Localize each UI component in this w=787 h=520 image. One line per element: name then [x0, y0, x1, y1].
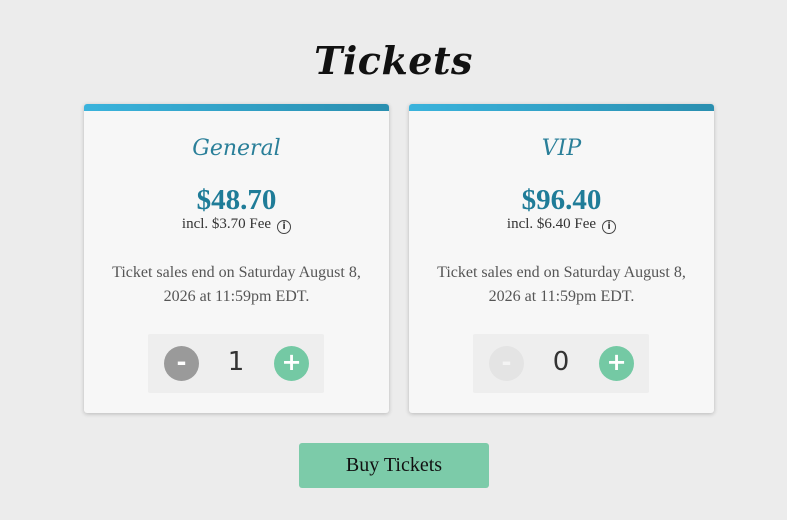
ticket-card-general: General $48.70 incl. $3.70 Fee i Ticket s…: [84, 104, 389, 413]
quantity-stepper: - 0 +: [473, 334, 649, 393]
ticket-sale-end: Ticket sales end on Saturday August 8, 2…: [112, 264, 361, 305]
card-accent-bar: [84, 104, 389, 111]
ticket-fee: incl. $3.70 Fee i: [84, 216, 389, 234]
ticket-fee-text: incl. $3.70 Fee: [181, 216, 272, 232]
ticket-fee-text: incl. $6.40 Fee: [506, 216, 597, 232]
ticket-price: $48.70: [196, 184, 277, 216]
buy-tickets-button[interactable]: Buy Tickets: [299, 443, 489, 488]
increment-button[interactable]: +: [599, 346, 634, 381]
ticket-price: $96.40: [521, 184, 602, 216]
info-icon[interactable]: i: [277, 220, 292, 234]
ticket-fee: incl. $6.40 Fee i: [409, 216, 714, 234]
info-icon[interactable]: i: [602, 220, 617, 234]
card-accent-bar: [409, 104, 714, 111]
quantity-value: 1: [227, 347, 245, 377]
quantity-stepper: - 1 +: [148, 334, 324, 393]
ticket-card-vip: VIP $96.40 incl. $6.40 Fee i Ticket sales…: [409, 104, 714, 413]
decrement-button[interactable]: -: [489, 346, 524, 381]
increment-button[interactable]: +: [274, 346, 309, 381]
ticket-sale-end: Ticket sales end on Saturday August 8, 2…: [437, 264, 686, 305]
page-title: Tickets: [314, 38, 473, 83]
decrement-button[interactable]: -: [164, 346, 199, 381]
ticket-tier-name: VIP: [541, 136, 582, 161]
ticket-tier-name: General: [192, 136, 281, 161]
quantity-value: 0: [552, 347, 570, 377]
